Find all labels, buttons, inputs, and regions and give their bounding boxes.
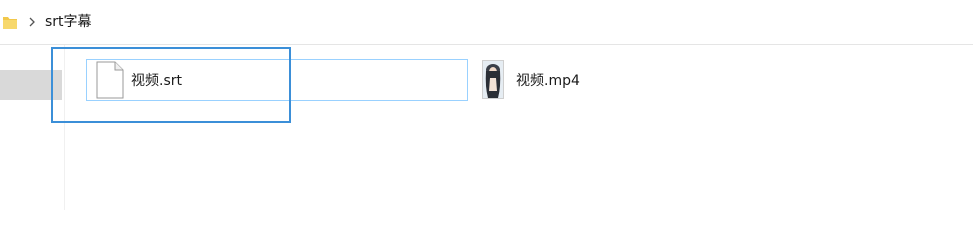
file-item-srt[interactable]: 视频.srt [86,59,468,101]
file-name: 视频.mp4 [516,73,580,89]
file-name: 视频.srt [131,73,182,89]
file-item-mp4[interactable]: 视频.mp4 [479,59,679,101]
breadcrumb-folder[interactable]: srt字幕 [45,13,92,31]
folder-icon [3,17,17,29]
chevron-right-icon[interactable] [28,17,36,27]
address-bar[interactable]: srt字幕 [0,0,973,45]
document-icon [96,61,124,99]
nav-selected-item[interactable] [0,70,62,100]
navigation-pane [0,45,65,210]
file-list: 视频.srt 视频.mp4 [65,45,973,210]
video-thumbnail [482,60,504,99]
